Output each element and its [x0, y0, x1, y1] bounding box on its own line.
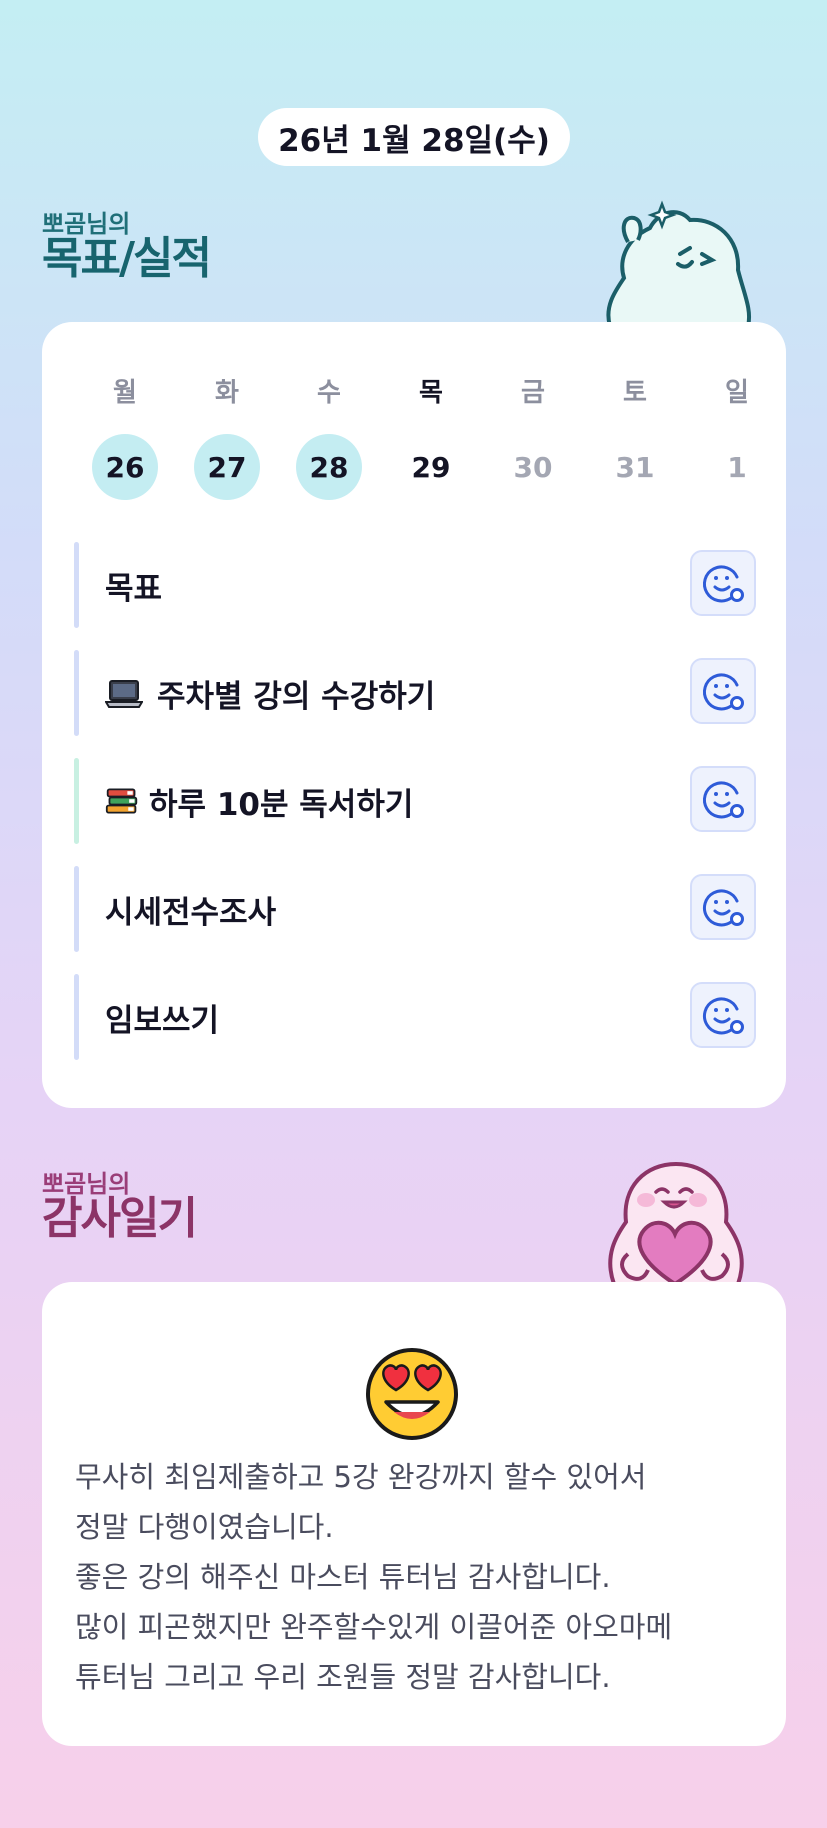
goal-label: 목표: [105, 570, 163, 607]
weekday-fri: 금: [521, 378, 545, 408]
goals-title: 목표/실적: [42, 233, 212, 284]
day-29[interactable]: 29: [398, 434, 464, 500]
weekday-mon: 월: [113, 378, 137, 408]
goal-item[interactable]: 임보쓰기: [74, 974, 756, 1060]
books-icon: [105, 788, 138, 814]
date-pill[interactable]: 26년 1월 28일(수): [258, 108, 570, 166]
day-31[interactable]: 31: [602, 434, 668, 500]
reaction-button[interactable]: [690, 658, 756, 724]
goal-item[interactable]: 목표: [74, 542, 756, 628]
day-27[interactable]: 27: [194, 434, 260, 500]
goal-bar: [74, 650, 79, 736]
ghost-mascot-icon: [606, 200, 751, 326]
date-label: 26년 1월 28일(수): [278, 122, 550, 159]
goal-bar: [74, 974, 79, 1060]
smile-add-icon: [702, 565, 744, 603]
day-row: 26 27 28 29 30 31 1: [74, 434, 788, 500]
goal-item[interactable]: 시세전수조사: [74, 866, 756, 952]
week-calendar: 월 화 수 목 금 토 일 26 27 28 29 30 31 1: [74, 372, 788, 500]
goal-item[interactable]: 하루 10분 독서하기: [74, 758, 756, 844]
weekday-sat: 토: [623, 378, 647, 408]
day-26[interactable]: 26: [92, 434, 158, 500]
goals-card: 월 화 수 목 금 토 일 26 27 28 29 30 31 1 목표 주차별: [42, 322, 786, 1108]
day-30[interactable]: 30: [500, 434, 566, 500]
smile-add-icon: [702, 673, 744, 711]
goal-label: 시세전수조사: [105, 894, 277, 931]
reaction-button[interactable]: [690, 874, 756, 940]
reaction-button[interactable]: [690, 766, 756, 832]
thanks-card: 무사히 최임제출하고 5강 완강까지 할수 있어서 정말 다행이였습니다. 좋은…: [42, 1282, 786, 1746]
reaction-button[interactable]: [690, 982, 756, 1048]
reaction-button[interactable]: [690, 550, 756, 616]
smile-add-icon: [702, 781, 744, 819]
thanks-text: 무사히 최임제출하고 5강 완강까지 할수 있어서 정말 다행이였습니다. 좋은…: [75, 1460, 673, 1694]
heart-eyes-face-icon: [366, 1348, 458, 1440]
laptop-icon: [105, 680, 143, 708]
heart-mascot-icon: [608, 1161, 744, 1284]
goal-bar: [74, 758, 79, 844]
thanks-title: 감사일기: [42, 1193, 198, 1244]
goal-label: 임보쓰기: [105, 1002, 220, 1039]
thanks-section-header: 뽀곰님의 감사일기: [42, 1172, 198, 1244]
goal-item[interactable]: 주차별 강의 수강하기: [74, 650, 756, 736]
day-28[interactable]: 28: [296, 434, 362, 500]
weekday-tue: 화: [215, 378, 239, 408]
weekday-sun: 일: [725, 378, 749, 408]
smile-add-icon: [702, 889, 744, 927]
weekday-wed: 수: [317, 378, 341, 408]
goal-bar: [74, 866, 79, 952]
weekday-thu: 목: [419, 378, 443, 408]
smile-add-icon: [702, 997, 744, 1035]
goal-bar: [74, 542, 79, 628]
goal-label: 하루 10분 독서하기: [149, 786, 414, 823]
goals-section-header: 뽀곰님의 목표/실적: [42, 212, 212, 284]
weekday-row: 월 화 수 목 금 토 일: [74, 372, 788, 408]
day-1[interactable]: 1: [704, 434, 770, 500]
goal-label: 주차별 강의 수강하기: [157, 678, 436, 715]
